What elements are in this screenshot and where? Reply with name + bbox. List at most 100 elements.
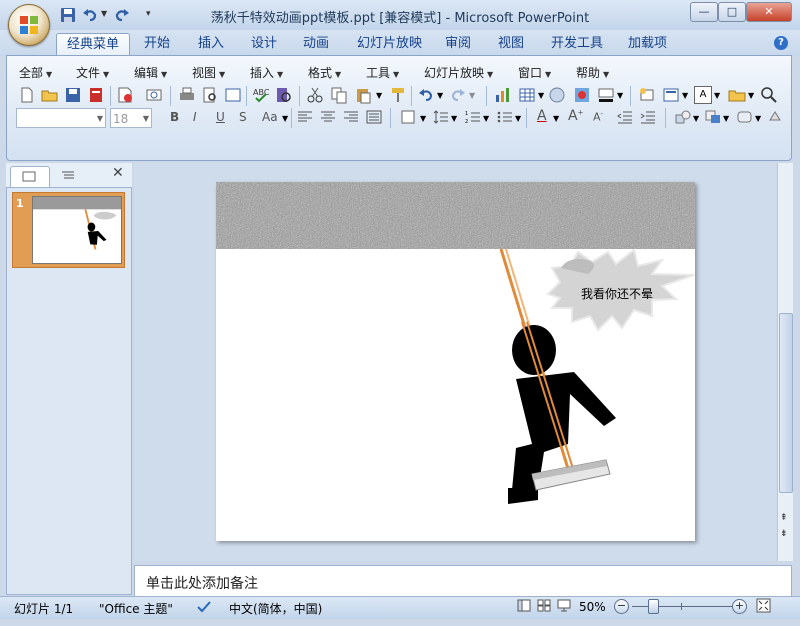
slides-tab[interactable] — [10, 166, 50, 187]
open-icon[interactable] — [41, 86, 59, 104]
minimize-button[interactable]: — — [690, 2, 718, 22]
zoom-out-button[interactable]: − — [614, 599, 629, 614]
print-preview-icon[interactable] — [201, 86, 219, 104]
line-spacing-dropdown-icon[interactable]: ▼ — [451, 114, 457, 123]
slide-thumbnail[interactable] — [32, 196, 122, 264]
copy-icon[interactable] — [330, 86, 348, 104]
fit-to-window-icon[interactable] — [756, 598, 771, 613]
undo-dropdown-icon[interactable]: ▼ — [101, 9, 107, 18]
close-button[interactable]: ✕ — [746, 2, 792, 22]
close-pane-icon[interactable]: ✕ — [112, 165, 124, 181]
help-icon[interactable]: ? — [774, 36, 788, 50]
pdf-icon[interactable] — [87, 86, 105, 104]
save-icon[interactable] — [60, 7, 76, 23]
numbering-icon[interactable]: 12 — [465, 110, 481, 124]
zoom-slider-thumb[interactable] — [648, 599, 659, 614]
slide-color-icon[interactable] — [597, 86, 615, 104]
menu-edit[interactable]: 编辑 ▼ — [134, 64, 167, 81]
undo-icon[interactable] — [82, 7, 98, 23]
insert-picture-icon[interactable] — [573, 86, 591, 104]
arrange-dropdown-icon[interactable]: ▼ — [723, 114, 729, 123]
quick-styles-icon[interactable] — [737, 110, 753, 124]
spell-check-status-icon[interactable] — [196, 599, 212, 613]
shapes-icon[interactable] — [675, 110, 691, 124]
email-icon[interactable] — [145, 86, 163, 104]
tab-insert[interactable]: 插入 — [188, 33, 234, 55]
text-direction-icon[interactable] — [400, 110, 416, 124]
normal-view-icon[interactable] — [517, 599, 531, 612]
slide-color-dropdown-icon[interactable]: ▼ — [617, 91, 623, 100]
status-theme[interactable]: "Office 主题" — [99, 600, 173, 617]
italic-icon[interactable]: I — [193, 110, 197, 124]
shape-fill-icon[interactable] — [767, 110, 781, 124]
cut-icon[interactable] — [306, 86, 324, 104]
find-icon[interactable] — [760, 86, 778, 104]
outline-tab[interactable] — [50, 166, 90, 186]
menu-file[interactable]: 文件 ▼ — [76, 64, 109, 81]
redo-toolbar-dropdown-icon[interactable]: ▼ — [469, 91, 475, 100]
underline-icon[interactable]: U — [216, 110, 225, 124]
slide-sorter-icon[interactable] — [537, 599, 551, 612]
tab-developer[interactable]: 开发工具 — [541, 33, 613, 55]
font-color-icon[interactable]: A — [537, 108, 547, 124]
folder-dropdown-icon[interactable]: ▼ — [748, 91, 754, 100]
tab-addins[interactable]: 加载项 — [618, 33, 677, 55]
tab-classic-menu[interactable]: 经典菜单 — [56, 33, 131, 56]
paste-dropdown-icon[interactable]: ▼ — [376, 91, 382, 100]
shrink-font-icon[interactable]: A- — [593, 110, 603, 124]
menu-insert[interactable]: 插入 ▼ — [250, 64, 283, 81]
bullets-dropdown-icon[interactable]: ▼ — [515, 114, 521, 123]
align-center-icon[interactable] — [320, 110, 336, 124]
zoom-slider-track[interactable] — [632, 606, 732, 607]
numbering-dropdown-icon[interactable]: ▼ — [483, 114, 489, 123]
undo-toolbar-icon[interactable] — [417, 86, 435, 104]
shadow-icon[interactable]: S — [239, 110, 247, 124]
slide-layout-icon[interactable] — [662, 86, 680, 104]
previous-slide-icon[interactable]: ⇞ — [780, 513, 788, 523]
change-case-dropdown-icon[interactable]: ▼ — [282, 114, 288, 123]
tab-slideshow[interactable]: 幻灯片放映 — [347, 33, 432, 55]
line-spacing-icon[interactable] — [433, 110, 449, 124]
zoom-level[interactable]: 50% — [579, 600, 606, 614]
hyperlink-icon[interactable] — [548, 86, 566, 104]
shapes-dropdown-icon[interactable]: ▼ — [693, 114, 699, 123]
permission-icon[interactable] — [116, 86, 134, 104]
paste-icon[interactable] — [354, 86, 372, 104]
font-name-combo[interactable]: ▼ — [16, 108, 106, 128]
slide-canvas[interactable]: 我看你还不晕 — [216, 182, 695, 541]
menu-slideshow[interactable]: 幻灯片放映 ▼ — [424, 64, 493, 81]
tab-review[interactable]: 审阅 — [435, 33, 481, 55]
tab-view[interactable]: 视图 — [488, 33, 534, 55]
insert-table-dropdown-icon[interactable]: ▼ — [538, 91, 544, 100]
folder-icon[interactable] — [728, 86, 746, 104]
layout-icon[interactable] — [224, 86, 242, 104]
redo-toolbar-icon[interactable] — [449, 86, 467, 104]
text-direction-dropdown-icon[interactable]: ▼ — [420, 114, 426, 123]
menu-view[interactable]: 视图 ▼ — [192, 64, 225, 81]
zoom-in-button[interactable]: + — [732, 599, 747, 614]
quick-styles-dropdown-icon[interactable]: ▼ — [755, 114, 761, 123]
align-left-icon[interactable] — [297, 110, 313, 124]
tab-design[interactable]: 设计 — [241, 33, 287, 55]
new-icon[interactable] — [18, 86, 36, 104]
slideshow-view-icon[interactable] — [557, 599, 571, 612]
research-icon[interactable] — [275, 86, 293, 104]
redo-icon[interactable] — [114, 7, 130, 23]
grow-font-icon[interactable]: A+ — [568, 108, 583, 124]
slide-layout-dropdown-icon[interactable]: ▼ — [682, 91, 688, 100]
print-icon[interactable] — [178, 86, 196, 104]
justify-icon[interactable] — [366, 110, 382, 124]
format-painter-icon[interactable] — [389, 86, 407, 104]
arrange-icon[interactable] — [705, 110, 721, 124]
bullets-icon[interactable] — [497, 110, 513, 124]
text-box-dropdown-icon[interactable]: ▼ — [714, 91, 720, 100]
new-slide-icon[interactable] — [638, 86, 656, 104]
scrollbar-thumb[interactable] — [779, 313, 793, 493]
office-button[interactable] — [8, 4, 50, 46]
align-right-icon[interactable] — [343, 110, 359, 124]
menu-help[interactable]: 帮助 ▼ — [576, 64, 609, 81]
menu-all[interactable]: 全部 ▼ — [19, 64, 52, 81]
undo-toolbar-dropdown-icon[interactable]: ▼ — [437, 91, 443, 100]
change-case-icon[interactable]: Aa — [262, 110, 278, 124]
font-size-combo[interactable]: 18 ▼ — [110, 108, 152, 128]
